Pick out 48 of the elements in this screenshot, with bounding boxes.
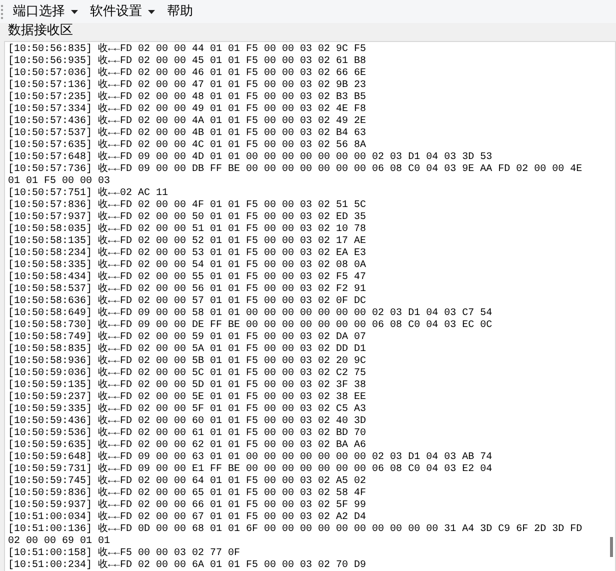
- log-line: [10:51:00:136] 收←←FD 0D 00 00 68 01 01 6F 00 00 00 00 00 00 00 00 00 00 31 A4 3D C9 6F 2D 3D FD 02 00 00 69 01 01: [8, 524, 584, 547]
- log-line: [10:50:57:235] 收←←FD 02 00 00 48 01 01 F5 00 00 03 02 B3 B5: [8, 92, 368, 103]
- log-line: [10:50:58:335] 收←←FD 02 00 00 54 01 01 F5 00 00 03 02 08 0A: [8, 260, 368, 271]
- log-line: [10:50:57:751] 收←←02 AC 11: [8, 188, 170, 199]
- log-line: [10:50:58:234] 收←←FD 02 00 00 53 01 01 F5 00 00 03 02 EA E3: [8, 248, 368, 259]
- log-line: [10:50:58:537] 收←←FD 02 00 00 56 01 01 F5 00 00 03 02 F2 91: [8, 284, 368, 295]
- menu-item[interactable]: 软件设置: [88, 2, 157, 20]
- log-line: [10:50:59:237] 收←←FD 02 00 00 5E 01 01 F5 00 00 03 02 38 EE: [8, 392, 368, 403]
- log-line: [10:50:59:135] 收←←FD 02 00 00 5D 01 01 F5 00 00 03 02 3F 38: [8, 380, 368, 391]
- scrollbar-thumb[interactable]: [610, 537, 613, 557]
- log-line: [10:50:57:036] 收←←FD 02 00 00 46 01 01 F5 00 00 03 02 66 6E: [8, 68, 368, 79]
- log-line: [10:51:00:234] 收←←FD 02 00 00 6A 01 01 F5 00 00 03 02 70 D9: [8, 560, 368, 571]
- log-line: [10:50:58:730] 收←←FD 09 00 00 DE FF BE 00 00 00 00 00 00 00 06 08 C0 04 03 EC 0C: [8, 320, 494, 331]
- log-line: [10:50:58:936] 收←←FD 02 00 00 5B 01 01 F5 00 00 03 02 20 9C: [8, 356, 368, 367]
- log-line: [10:50:57:537] 收←←FD 02 00 00 4B 01 01 F5 00 00 03 02 B4 63: [8, 128, 368, 139]
- log-line: [10:50:59:436] 收←←FD 02 00 00 60 01 01 F5 00 00 03 02 40 3D: [8, 416, 368, 427]
- log-line: [10:50:57:648] 收←←FD 09 00 00 4D 01 01 00 00 00 00 00 00 00 02 03 D1 04 03 3D 53: [8, 152, 494, 163]
- log-line: [10:50:56:835] 收←←FD 02 00 00 44 01 01 F5 00 00 03 02 9C F5: [8, 44, 368, 55]
- log-line: [10:50:59:635] 收←←FD 02 00 00 62 01 01 F5 00 00 03 02 BA A6: [8, 440, 368, 451]
- log-line: [10:50:59:536] 收←←FD 02 00 00 61 01 01 F5 00 00 03 02 BD 70: [8, 428, 368, 439]
- menu-item[interactable]: 端口选择: [11, 2, 80, 20]
- log-line: [10:50:59:836] 收←←FD 02 00 00 65 01 01 F5 00 00 03 02 58 4F: [8, 488, 368, 499]
- log-line: [10:50:59:036] 收←←FD 02 00 00 5C 01 01 F5 00 00 03 02 C2 75: [8, 368, 368, 379]
- log-line: [10:50:58:636] 收←←FD 02 00 00 57 01 01 F5 00 00 03 02 0F DC: [8, 296, 368, 307]
- log-line: [10:50:59:648] 收←←FD 09 00 00 63 01 01 00 00 00 00 00 00 00 02 03 D1 04 03 AB 74: [8, 452, 494, 463]
- receive-text-area[interactable]: [4, 41, 616, 571]
- log-line: [10:50:58:835] 收←←FD 02 00 00 5A 01 01 F5 00 00 03 02 DD D1: [8, 344, 368, 355]
- log-line: [10:50:57:334] 收←←FD 02 00 00 49 01 01 F5 00 00 03 02 4E F8: [8, 104, 368, 115]
- log-line: [10:50:58:035] 收←←FD 02 00 00 51 01 01 F5 00 00 03 02 10 78: [8, 224, 368, 235]
- log-line: [10:50:58:434] 收←←FD 02 00 00 55 01 01 F5 00 00 03 02 F5 47: [8, 272, 368, 283]
- log-line: [10:50:57:635] 收←←FD 02 00 00 4C 01 01 F5 00 00 03 02 56 8A: [8, 140, 368, 151]
- log-line: [10:50:59:745] 收←←FD 02 00 00 64 01 01 F5 00 00 03 02 A5 02: [8, 476, 368, 487]
- log-line: [10:50:57:136] 收←←FD 02 00 00 47 01 01 F5 00 00 03 02 9B 23: [8, 80, 368, 91]
- log-line: [10:50:57:836] 收←←FD 02 00 00 4F 01 01 F5 00 00 03 02 51 5C: [8, 200, 368, 211]
- log-line: [10:50:59:731] 收←←FD 09 00 00 E1 FF BE 00 00 00 00 00 00 00 06 08 C0 04 03 E2 04: [8, 464, 494, 475]
- log-line: [10:50:58:135] 收←←FD 02 00 00 52 01 01 F5 00 00 03 02 17 AE: [8, 236, 368, 247]
- log-line: [10:51:00:034] 收←←FD 02 00 00 67 01 01 F5 00 00 03 02 A2 D4: [8, 512, 368, 523]
- log-line: [10:50:58:749] 收←←FD 02 00 00 59 01 01 F5 00 00 03 02 DA 07: [8, 332, 368, 343]
- log-line: [10:50:58:649] 收←←FD 09 00 00 58 01 01 00 00 00 00 00 00 00 02 03 D1 04 03 C7 54: [8, 308, 494, 319]
- log-line: [10:50:56:935] 收←←FD 02 00 00 45 01 01 F5 00 00 03 02 61 B8: [8, 56, 368, 67]
- log-line: [10:50:57:436] 收←←FD 02 00 00 4A 01 01 F5 00 00 03 02 49 2E: [8, 116, 368, 127]
- log-line: [10:50:59:937] 收←←FD 02 00 00 66 01 01 F5 00 00 03 02 5F 99: [8, 500, 368, 511]
- log-line: [10:50:57:736] 收←←FD 09 00 00 DB FF BE 00 00 00 00 00 00 00 06 08 C0 04 03 9E AA FD 02 00 00 4E 01 01 F5 00 00 03: [8, 164, 584, 187]
- log-line: [10:50:57:937] 收←←FD 02 00 00 50 01 01 F5 00 00 03 02 ED 35: [8, 212, 368, 223]
- group-title: 数据接收区: [8, 23, 74, 39]
- log-line: [10:51:00:158] 收←←F5 00 00 03 02 77 0F: [8, 548, 242, 559]
- menu-item[interactable]: 帮助: [165, 2, 195, 20]
- log-line: [10:50:59:335] 收←←FD 02 00 00 5F 01 01 F5 00 00 03 02 C5 A3: [8, 404, 368, 415]
